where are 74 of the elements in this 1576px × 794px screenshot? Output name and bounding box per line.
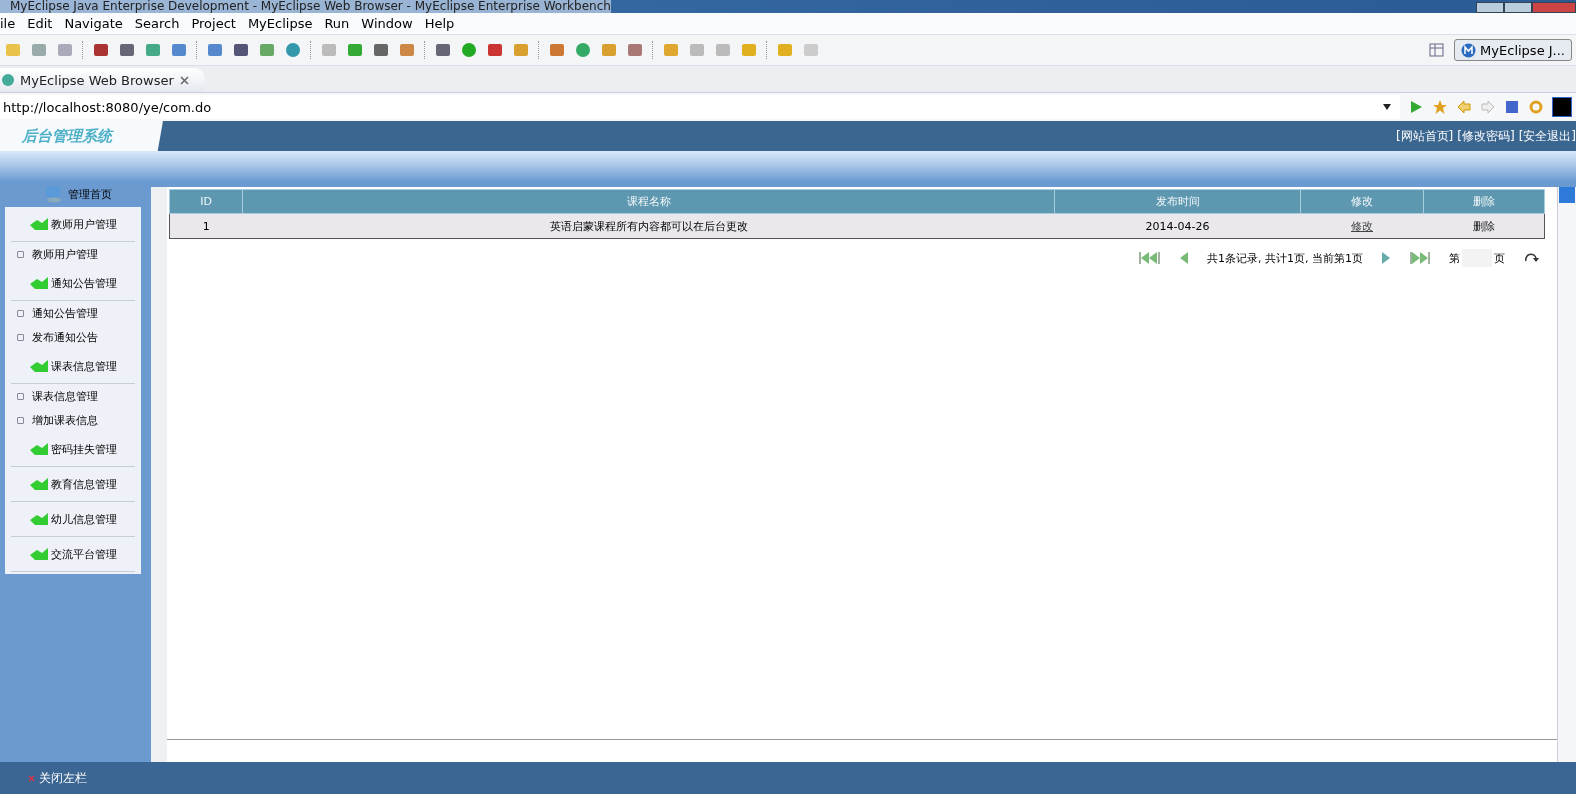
table-cell: 英语启蒙课程所有内容都可以在后台更改	[242, 213, 1055, 239]
last-page-icon[interactable]	[1409, 252, 1431, 264]
bullet-icon	[17, 416, 24, 424]
home-link[interactable]: 管理首页	[68, 186, 112, 202]
sidebar-link[interactable]: 发布通知公告	[32, 329, 98, 345]
menu-item[interactable]: Help	[418, 16, 461, 31]
arrow-icon	[29, 276, 49, 290]
arrow-icon	[29, 477, 49, 491]
sidebar-link[interactable]: 教师用户管理	[32, 246, 98, 262]
column-header: 课程名称	[242, 189, 1055, 214]
arrow-icon	[29, 512, 49, 526]
scrollbar[interactable]	[151, 187, 167, 762]
maximize-button[interactable]	[1504, 2, 1532, 13]
menu-item[interactable]: MyEclipse	[241, 16, 319, 31]
menu-item[interactable]: Navigate	[58, 16, 129, 31]
bullet-icon	[17, 392, 24, 400]
header-link[interactable]: [网站首页]	[1395, 127, 1454, 145]
menu-group-header[interactable]: 课表信息管理	[11, 349, 135, 384]
close-icon	[28, 774, 35, 782]
menu-item[interactable]: Run	[318, 16, 356, 31]
page-label: 第	[1449, 250, 1460, 266]
delete-link[interactable]: 删除	[1472, 219, 1495, 233]
table-cell: 2014-04-26	[1054, 213, 1301, 239]
menu-item[interactable]: Project	[185, 16, 242, 31]
open-perspective-icon[interactable]	[1428, 41, 1447, 59]
bullet-icon	[17, 333, 24, 341]
header-link[interactable]: [修改密码]	[1457, 127, 1515, 145]
scrollbar[interactable]	[1558, 187, 1576, 762]
computer-icon	[44, 185, 64, 203]
edit-link[interactable]: 修改	[1351, 219, 1373, 233]
arrow-icon	[29, 217, 49, 231]
logo-icon	[1461, 42, 1477, 58]
menu-group-header[interactable]: 教师用户管理	[11, 207, 135, 242]
perspective-button[interactable]: MyEclipse J...	[1454, 39, 1572, 61]
editor-tab[interactable]: MyEclipse Web Browser	[0, 68, 205, 92]
sidebar-link[interactable]: 增加课表信息	[32, 412, 98, 428]
arrow-icon	[29, 359, 49, 373]
bullet-icon	[17, 309, 24, 317]
sidebar-link[interactable]: 通知公告管理	[32, 305, 98, 321]
table-cell: 1	[169, 213, 243, 239]
arrow-icon	[29, 547, 49, 561]
bullet-icon	[17, 250, 24, 258]
record-summary: 共1条记录, 共计1页, 当前第1页	[1207, 250, 1363, 266]
window-title: MyEclipse Java Enterprise Development - MyEclipse Web Browser - MyEclipse Enterprise Workbench	[0, 0, 611, 13]
menu-group-header[interactable]: 通知公告管理	[11, 266, 135, 301]
menu-group-header[interactable]: 幼儿信息管理	[11, 502, 135, 537]
close-icon[interactable]	[179, 75, 189, 85]
site-logo: 后台管理系统	[20, 126, 115, 146]
next-page-icon[interactable]	[1381, 252, 1391, 264]
column-header: 删除	[1423, 189, 1545, 214]
header-link[interactable]: [安全退出]	[1518, 127, 1576, 145]
address-field[interactable]: http://localhost:8080/ye/com.do	[0, 95, 1400, 119]
minimize-button[interactable]	[1476, 2, 1504, 13]
star-icon[interactable]	[1432, 99, 1448, 115]
dropdown-icon[interactable]	[1382, 104, 1392, 110]
close-sidebar-link[interactable]: 关闭左栏	[39, 769, 87, 787]
forward-icon[interactable]	[1480, 99, 1496, 115]
color-swatch	[1552, 97, 1572, 117]
menu-group-header[interactable]: 密码挂失管理	[11, 432, 135, 467]
arrow-icon	[29, 442, 49, 456]
menu-item[interactable]: Window	[355, 16, 419, 31]
first-page-icon[interactable]	[1139, 252, 1161, 264]
column-header: ID	[169, 189, 243, 214]
previous-page-icon[interactable]	[1179, 252, 1189, 264]
page-label: 页	[1494, 250, 1505, 266]
menu-item[interactable]: Edit	[21, 16, 59, 31]
column-header: 修改	[1300, 189, 1424, 214]
menu-group-header[interactable]: 交流平台管理	[11, 537, 135, 572]
column-header: 发布时间	[1054, 189, 1301, 214]
menu-item[interactable]: Search	[128, 16, 186, 31]
menu-item[interactable]: ile	[0, 16, 22, 31]
menu-group-header[interactable]: 教育信息管理	[11, 467, 135, 502]
go-icon[interactable]	[1523, 252, 1539, 264]
sidebar-link[interactable]: 课表信息管理	[32, 388, 98, 404]
